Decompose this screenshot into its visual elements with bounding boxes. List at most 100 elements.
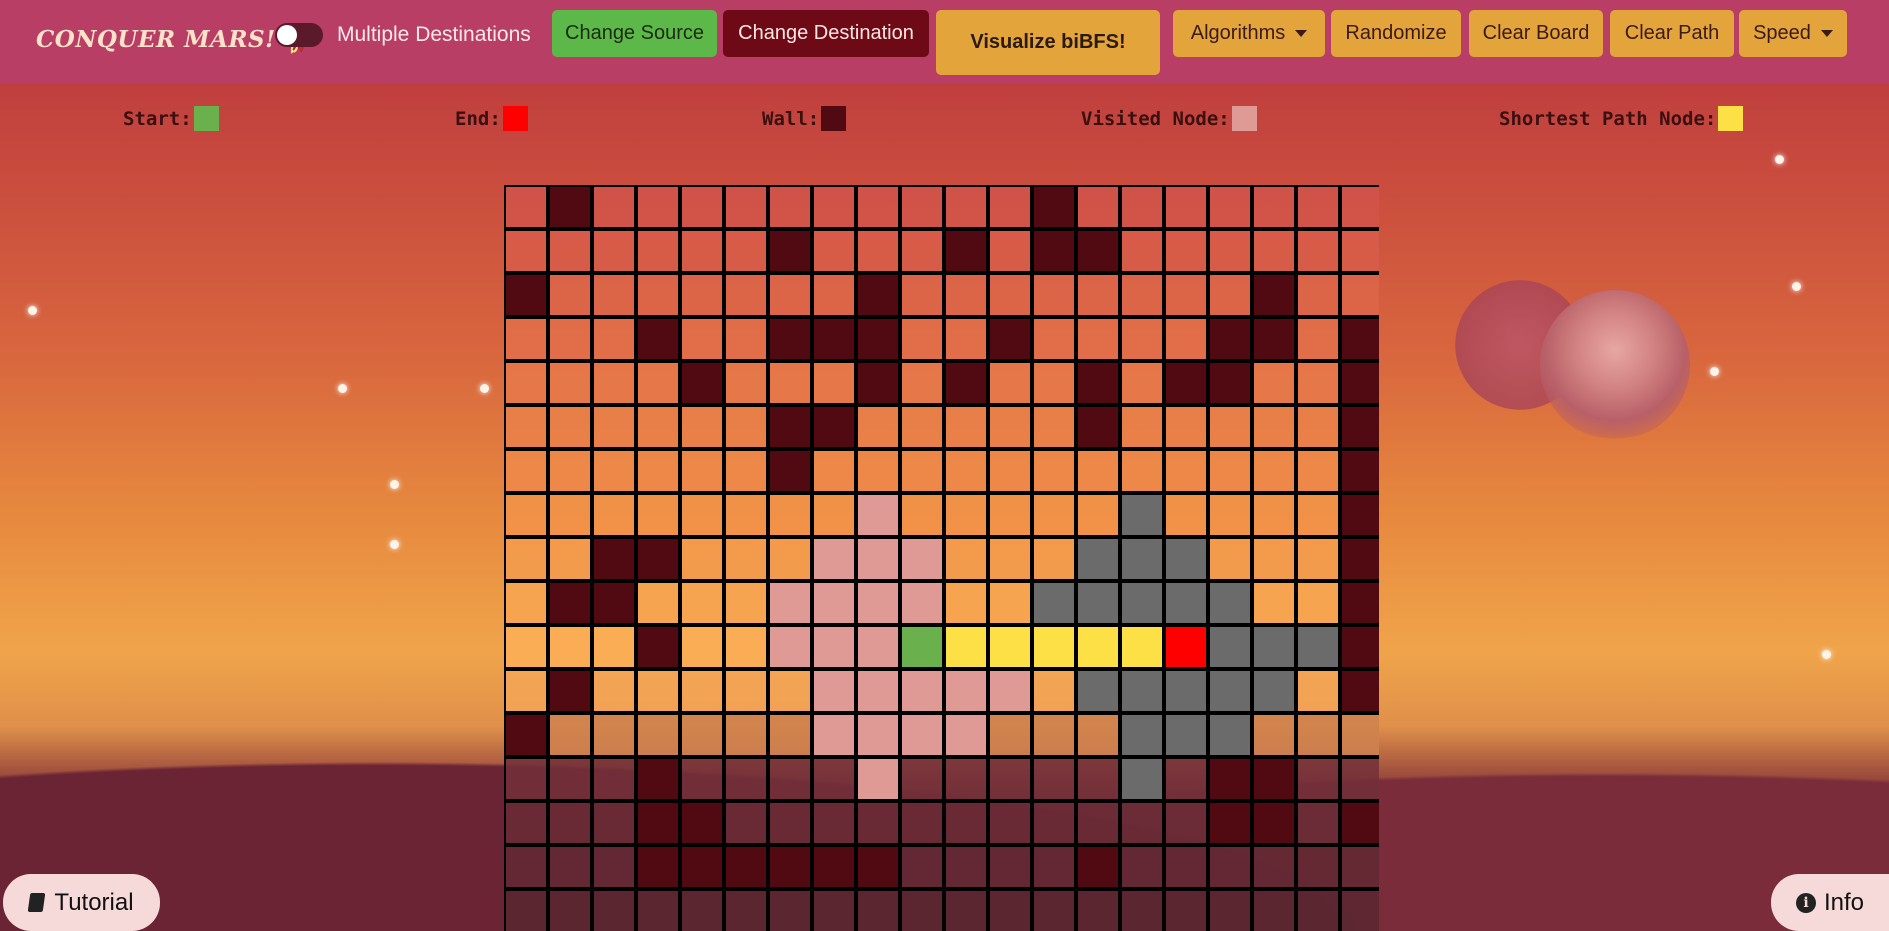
empty-cell[interactable] <box>1340 757 1379 801</box>
empty-cell[interactable] <box>1296 669 1340 713</box>
wall-cell[interactable] <box>988 317 1032 361</box>
empty-cell[interactable] <box>1296 229 1340 273</box>
empty-cell[interactable] <box>548 273 592 317</box>
empty-cell[interactable] <box>1164 757 1208 801</box>
empty-cell[interactable] <box>900 405 944 449</box>
empty-cell[interactable] <box>724 801 768 845</box>
empty-cell[interactable] <box>988 889 1032 931</box>
empty-cell[interactable] <box>812 449 856 493</box>
wall-cell[interactable] <box>680 361 724 405</box>
empty-cell[interactable] <box>724 625 768 669</box>
visited-cell[interactable] <box>1252 669 1296 713</box>
visited-cell[interactable] <box>1120 757 1164 801</box>
wall-cell[interactable] <box>592 537 636 581</box>
empty-cell[interactable] <box>768 801 812 845</box>
visited-cell[interactable] <box>768 625 812 669</box>
empty-cell[interactable] <box>1252 845 1296 889</box>
empty-cell[interactable] <box>504 581 548 625</box>
empty-cell[interactable] <box>592 361 636 405</box>
empty-cell[interactable] <box>1296 581 1340 625</box>
empty-cell[interactable] <box>1164 801 1208 845</box>
empty-cell[interactable] <box>724 889 768 931</box>
empty-cell[interactable] <box>944 757 988 801</box>
board-grid[interactable] <box>504 185 1379 931</box>
visited-cell[interactable] <box>900 537 944 581</box>
empty-cell[interactable] <box>1208 405 1252 449</box>
empty-cell[interactable] <box>592 229 636 273</box>
empty-cell[interactable] <box>1340 185 1379 229</box>
empty-cell[interactable] <box>1340 273 1379 317</box>
empty-cell[interactable] <box>1120 273 1164 317</box>
empty-cell[interactable] <box>1032 273 1076 317</box>
wall-cell[interactable] <box>1340 405 1379 449</box>
empty-cell[interactable] <box>724 537 768 581</box>
visited-cell[interactable] <box>1296 625 1340 669</box>
empty-cell[interactable] <box>812 801 856 845</box>
empty-cell[interactable] <box>504 537 548 581</box>
algorithms-dropdown[interactable]: Algorithms <box>1173 10 1325 57</box>
wall-cell[interactable] <box>592 581 636 625</box>
clear-board-button[interactable]: Clear Board <box>1469 10 1603 57</box>
empty-cell[interactable] <box>636 581 680 625</box>
empty-cell[interactable] <box>1296 317 1340 361</box>
empty-cell[interactable] <box>724 669 768 713</box>
empty-cell[interactable] <box>724 273 768 317</box>
wall-cell[interactable] <box>1076 405 1120 449</box>
empty-cell[interactable] <box>1208 449 1252 493</box>
empty-cell[interactable] <box>900 185 944 229</box>
empty-cell[interactable] <box>768 889 812 931</box>
empty-cell[interactable] <box>724 361 768 405</box>
empty-cell[interactable] <box>592 845 636 889</box>
empty-cell[interactable] <box>1076 713 1120 757</box>
empty-cell[interactable] <box>944 405 988 449</box>
visited-cell[interactable] <box>900 669 944 713</box>
empty-cell[interactable] <box>680 713 724 757</box>
empty-cell[interactable] <box>1120 449 1164 493</box>
empty-cell[interactable] <box>900 317 944 361</box>
empty-cell[interactable] <box>724 713 768 757</box>
empty-cell[interactable] <box>680 889 724 931</box>
empty-cell[interactable] <box>592 713 636 757</box>
empty-cell[interactable] <box>1340 713 1379 757</box>
empty-cell[interactable] <box>1164 493 1208 537</box>
empty-cell[interactable] <box>1296 449 1340 493</box>
empty-cell[interactable] <box>504 845 548 889</box>
empty-cell[interactable] <box>1032 537 1076 581</box>
empty-cell[interactable] <box>812 273 856 317</box>
empty-cell[interactable] <box>988 449 1032 493</box>
empty-cell[interactable] <box>592 801 636 845</box>
visited-cell[interactable] <box>1208 713 1252 757</box>
empty-cell[interactable] <box>1032 493 1076 537</box>
empty-cell[interactable] <box>680 537 724 581</box>
visited-cell[interactable] <box>856 669 900 713</box>
wall-cell[interactable] <box>1032 229 1076 273</box>
empty-cell[interactable] <box>812 889 856 931</box>
change-source-button[interactable]: Change Source <box>552 10 717 57</box>
empty-cell[interactable] <box>1120 801 1164 845</box>
visited-cell[interactable] <box>1208 669 1252 713</box>
visited-cell[interactable] <box>856 625 900 669</box>
info-button[interactable]: i Info <box>1771 874 1889 931</box>
visited-cell[interactable] <box>1252 625 1296 669</box>
wall-cell[interactable] <box>504 273 548 317</box>
wall-cell[interactable] <box>1340 317 1379 361</box>
empty-cell[interactable] <box>592 493 636 537</box>
visited-cell[interactable] <box>1164 669 1208 713</box>
empty-cell[interactable] <box>1032 801 1076 845</box>
empty-cell[interactable] <box>988 845 1032 889</box>
wall-cell[interactable] <box>1340 537 1379 581</box>
visited-cell[interactable] <box>812 713 856 757</box>
empty-cell[interactable] <box>856 185 900 229</box>
empty-cell[interactable] <box>636 273 680 317</box>
empty-cell[interactable] <box>1296 801 1340 845</box>
shortest-path-cell[interactable] <box>944 625 988 669</box>
wall-cell[interactable] <box>1340 361 1379 405</box>
visited-cell[interactable] <box>1032 581 1076 625</box>
empty-cell[interactable] <box>724 317 768 361</box>
speed-dropdown[interactable]: Speed <box>1739 10 1847 57</box>
empty-cell[interactable] <box>1252 713 1296 757</box>
empty-cell[interactable] <box>1340 889 1379 931</box>
empty-cell[interactable] <box>768 713 812 757</box>
wall-cell[interactable] <box>1076 845 1120 889</box>
empty-cell[interactable] <box>724 229 768 273</box>
